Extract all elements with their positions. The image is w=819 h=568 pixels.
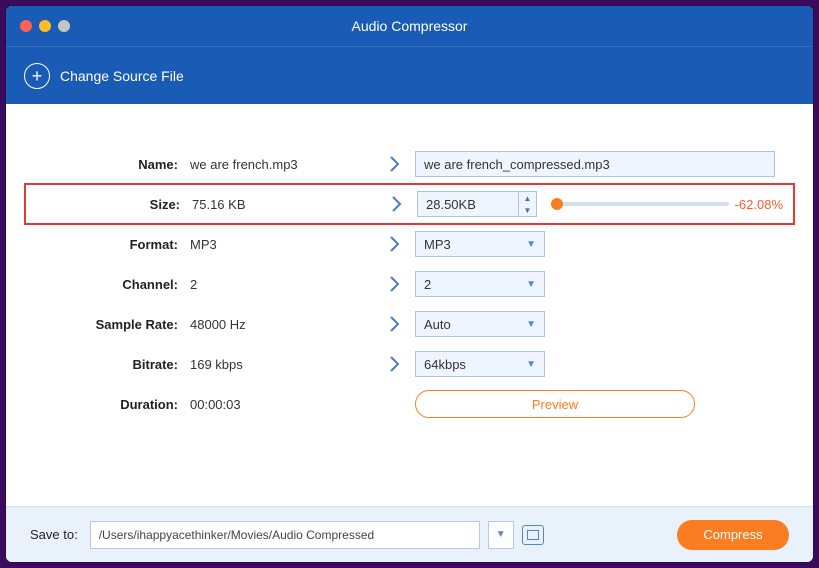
channel-select-value: 2 bbox=[424, 277, 431, 292]
format-select-value: MP3 bbox=[424, 237, 451, 252]
orig-size: 75.16 KB bbox=[192, 197, 377, 212]
label-duration: Duration: bbox=[30, 397, 190, 412]
content-area: Name: we are french.mp3 Size: 75.16 KB 2… bbox=[6, 104, 813, 506]
arrow-icon bbox=[375, 236, 415, 252]
maximize-icon[interactable] bbox=[58, 20, 70, 32]
orig-name: we are french.mp3 bbox=[190, 157, 375, 172]
row-channel: Channel: 2 2 ▼ bbox=[30, 264, 789, 304]
format-select[interactable]: MP3 ▼ bbox=[415, 231, 545, 257]
row-size: Size: 75.16 KB 28.50KB ▲ ▼ -62.08% bbox=[24, 183, 795, 225]
footer: Save to: ▼ Compress bbox=[6, 506, 813, 562]
save-path-group: ▼ bbox=[90, 521, 665, 549]
label-name: Name: bbox=[30, 157, 190, 172]
plus-icon: + bbox=[24, 63, 50, 89]
label-sample-rate: Sample Rate: bbox=[30, 317, 190, 332]
arrow-icon bbox=[375, 356, 415, 372]
row-duration: Duration: 00:00:03 Preview bbox=[30, 384, 789, 424]
sample-rate-select-value: Auto bbox=[424, 317, 451, 332]
arrow-icon bbox=[375, 276, 415, 292]
orig-channel: 2 bbox=[190, 277, 375, 292]
orig-sample-rate: 48000 Hz bbox=[190, 317, 375, 332]
preview-label: Preview bbox=[532, 397, 578, 412]
spinner-down-icon[interactable]: ▼ bbox=[519, 204, 536, 216]
row-sample-rate: Sample Rate: 48000 Hz Auto ▼ bbox=[30, 304, 789, 344]
chevron-down-icon: ▼ bbox=[526, 319, 536, 330]
output-size-spinner[interactable]: 28.50KB ▲ ▼ bbox=[417, 191, 537, 217]
title-bar: Audio Compressor bbox=[6, 6, 813, 46]
output-size-value: 28.50KB bbox=[418, 197, 518, 212]
label-size: Size: bbox=[32, 197, 192, 212]
slider-track bbox=[557, 202, 729, 206]
size-percentage: -62.08% bbox=[735, 197, 783, 212]
orig-format: MP3 bbox=[190, 237, 375, 252]
arrow-icon bbox=[375, 316, 415, 332]
slider-thumb[interactable] bbox=[551, 198, 563, 210]
chevron-down-icon: ▼ bbox=[526, 359, 536, 370]
bitrate-select-value: 64kbps bbox=[424, 357, 466, 372]
label-channel: Channel: bbox=[30, 277, 190, 292]
label-format: Format: bbox=[30, 237, 190, 252]
save-path-input[interactable] bbox=[90, 521, 480, 549]
label-bitrate: Bitrate: bbox=[30, 357, 190, 372]
sample-rate-select[interactable]: Auto ▼ bbox=[415, 311, 545, 337]
arrow-icon bbox=[377, 196, 417, 212]
chevron-down-icon: ▼ bbox=[526, 239, 536, 250]
change-source-label: Change Source File bbox=[60, 68, 184, 84]
window-title: Audio Compressor bbox=[6, 18, 813, 34]
save-path-dropdown[interactable]: ▼ bbox=[488, 521, 514, 549]
chevron-down-icon: ▼ bbox=[526, 279, 536, 290]
spinner-buttons: ▲ ▼ bbox=[518, 192, 536, 216]
size-slider[interactable]: -62.08% bbox=[547, 197, 787, 212]
bitrate-select[interactable]: 64kbps ▼ bbox=[415, 351, 545, 377]
orig-duration: 00:00:03 bbox=[190, 397, 375, 412]
open-folder-button[interactable] bbox=[522, 525, 544, 545]
output-name-input[interactable] bbox=[415, 151, 775, 177]
close-icon[interactable] bbox=[20, 20, 32, 32]
toolbar: + Change Source File bbox=[6, 46, 813, 104]
row-bitrate: Bitrate: 169 kbps 64kbps ▼ bbox=[30, 344, 789, 384]
preview-button[interactable]: Preview bbox=[415, 390, 695, 418]
change-source-button[interactable]: + Change Source File bbox=[24, 63, 184, 89]
window-controls bbox=[6, 20, 70, 32]
compress-button[interactable]: Compress bbox=[677, 520, 789, 550]
spinner-up-icon[interactable]: ▲ bbox=[519, 192, 536, 204]
arrow-icon bbox=[375, 156, 415, 172]
compress-label: Compress bbox=[703, 527, 762, 542]
orig-bitrate: 169 kbps bbox=[190, 357, 375, 372]
save-to-label: Save to: bbox=[30, 527, 78, 542]
app-window: Audio Compressor + Change Source File Na… bbox=[6, 6, 813, 562]
channel-select[interactable]: 2 ▼ bbox=[415, 271, 545, 297]
row-name: Name: we are french.mp3 bbox=[30, 144, 789, 184]
minimize-icon[interactable] bbox=[39, 20, 51, 32]
row-format: Format: MP3 MP3 ▼ bbox=[30, 224, 789, 264]
